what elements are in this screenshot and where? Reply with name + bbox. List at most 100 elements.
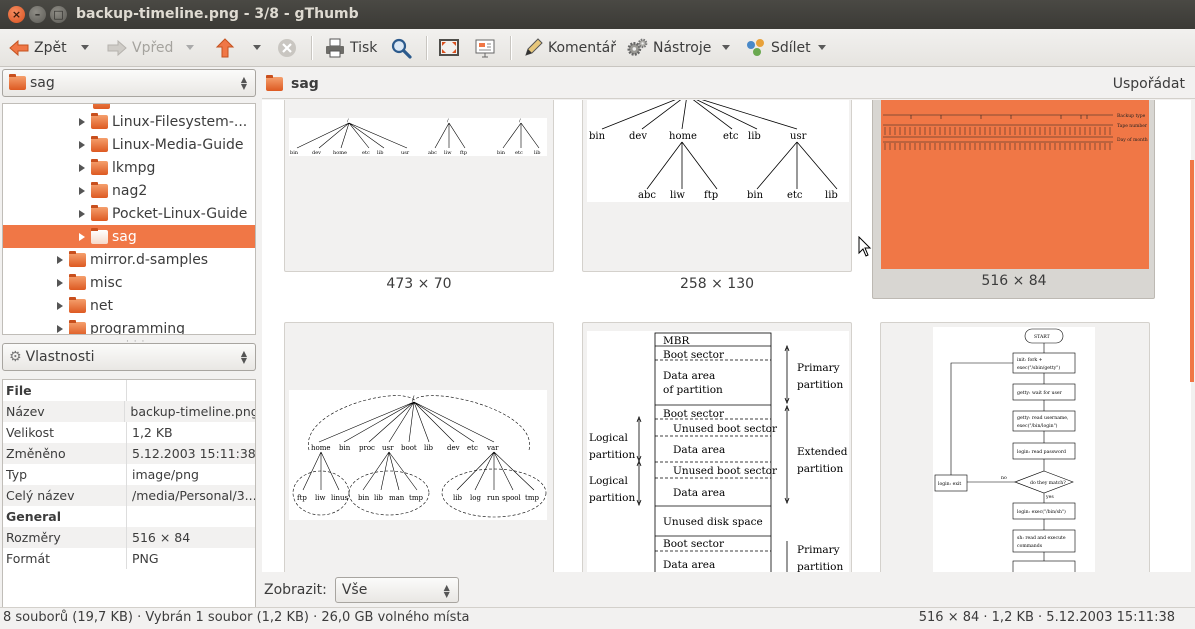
tree-label: dev — [629, 131, 647, 142]
minimize-icon: – — [34, 8, 41, 21]
folder-icon — [69, 273, 86, 290]
folder-tree-label: sag — [112, 228, 137, 245]
folder-tree-item[interactable] — [3, 104, 255, 113]
thumbnail-item[interactable]: / home bin proc usr boot lib dev etc var… — [284, 322, 554, 572]
folder-tree-item[interactable]: Linux-Media-Guide — [3, 133, 255, 156]
svg-text:ftp: ftp — [460, 150, 467, 156]
partition-label: Boot sector — [663, 349, 725, 361]
expander-arrow-icon[interactable] — [79, 140, 85, 149]
folder-tree-item[interactable]: programming — [3, 317, 255, 334]
maximize-window-button[interactable]: □ — [50, 6, 67, 23]
arrow-right-icon — [106, 37, 128, 59]
filter-selector[interactable]: Vše ▲ ▼ — [334, 577, 459, 603]
folder-tree-item[interactable]: nag2 — [3, 179, 255, 202]
property-key: General — [3, 506, 127, 527]
folder-tree-item[interactable]: misc — [3, 271, 255, 294]
tools-label: Nástroje — [653, 40, 712, 56]
expander-arrow-icon[interactable] — [57, 301, 63, 310]
svg-text:usr: usr — [401, 150, 410, 156]
tree-label: etc — [467, 444, 478, 452]
forward-button[interactable]: Vpřed — [106, 29, 173, 67]
tools-menu-button[interactable]: Nástroje — [627, 29, 711, 67]
up-button[interactable] — [214, 29, 236, 67]
tree-label: proc — [359, 444, 375, 452]
thumbnail-image: MBR Boot sector Data area of partition B… — [587, 331, 849, 572]
share-icon — [745, 37, 767, 59]
folder-tree[interactable]: Linux-Filesystem-... Linux-Media-Guide lkm… — [2, 103, 256, 335]
thumbnail-caption: 258 × 130 — [679, 276, 755, 292]
property-value: 1,2 KB — [132, 425, 173, 440]
spin-arrows-icon: ▲ ▼ — [240, 75, 247, 91]
search-button[interactable] — [390, 29, 412, 67]
expander-arrow-icon[interactable] — [79, 117, 85, 126]
thumbnail-item-selected[interactable]: Backup type Tape number Day of month 516… — [872, 100, 1155, 299]
folder-tree-scrollbar[interactable] — [255, 274, 256, 304]
tree-label: run — [487, 494, 500, 502]
slideshow-button[interactable] — [474, 29, 496, 67]
thumbnail-item[interactable]: bin dev home etc lib usr abc liw ftp bin… — [582, 100, 852, 272]
thumbnail-item[interactable]: MBR Boot sector Data area of partition B… — [582, 322, 852, 572]
partition-label: Unused boot sector — [673, 465, 778, 477]
thumbnail-item[interactable]: / / / bin dev home etc lib usr abc liw ftp bin etc… — [284, 100, 554, 272]
flowchart-node: commands — [1017, 543, 1043, 549]
comment-button[interactable]: Komentář — [522, 29, 616, 67]
tree-label: etc — [723, 131, 739, 142]
filter-value: Vše — [341, 582, 368, 598]
status-bar: 8 souborů (19,7 KB) · Vybrán 1 soubor (1… — [0, 607, 1195, 629]
forward-history-dropdown[interactable] — [186, 45, 194, 50]
tree-label: bin — [589, 131, 606, 142]
expander-arrow-icon[interactable] — [79, 186, 85, 195]
expander-arrow-icon[interactable] — [57, 278, 63, 287]
sidebar-view-selector[interactable]: ⚙ Vlastnosti ▲ ▼ — [2, 343, 256, 371]
sort-button[interactable]: Uspořádat — [1113, 76, 1185, 92]
folder-tree-item[interactable]: sag — [3, 225, 255, 248]
partition-label: Boot sector — [663, 408, 725, 420]
share-menu-button[interactable]: Sdílet — [745, 29, 811, 67]
toolbar: Zpět Vpřed Tisk Komentář Nástroje Sdílet — [0, 29, 1195, 67]
folder-tree-label: Linux-Filesystem-... — [112, 113, 248, 130]
svg-text:liw: liw — [444, 150, 452, 156]
folder-tree-item[interactable]: lkmpg — [3, 156, 255, 179]
gears-icon — [627, 37, 649, 59]
toolbar-separator — [426, 36, 427, 60]
sidebar: sag ▲ ▼ Linux-Filesystem-... Linux-Media-G… — [0, 67, 260, 611]
thumbnail-grid[interactable]: / / / bin dev home etc lib usr abc liw ftp bin etc… — [262, 100, 1191, 572]
tree-label: / — [412, 395, 415, 403]
folder-icon — [69, 296, 86, 313]
stop-button[interactable] — [276, 29, 298, 67]
timeline-legend: Tape number — [1117, 123, 1148, 129]
folder-tree-item[interactable]: Pocket-Linux-Guide — [3, 202, 255, 225]
back-button[interactable]: Zpět — [8, 29, 67, 67]
expander-arrow-icon[interactable] — [57, 255, 63, 264]
tree-label: tmp — [525, 494, 539, 502]
print-label: Tisk — [350, 40, 378, 56]
expander-arrow-icon[interactable] — [57, 324, 63, 333]
fullscreen-button[interactable] — [438, 29, 460, 67]
location-selector[interactable]: sag ▲ ▼ — [2, 69, 256, 97]
thumbnail-caption: 516 × 84 — [981, 273, 1047, 289]
close-window-button[interactable]: × — [8, 6, 25, 23]
property-key: Formát — [3, 548, 127, 569]
property-key: Velikost — [3, 422, 127, 443]
expander-arrow-icon[interactable] — [79, 163, 85, 172]
print-button[interactable]: Tisk — [324, 29, 377, 67]
folder-tree-item[interactable]: net — [3, 294, 255, 317]
property-row: Typ image/png — [3, 464, 255, 485]
expander-arrow-icon[interactable] — [79, 209, 85, 218]
folder-tree-item[interactable]: Linux-Filesystem-... — [3, 110, 255, 133]
expander-arrow-icon[interactable] — [79, 232, 85, 241]
tree-label: lib — [374, 494, 383, 502]
up-dropdown[interactable] — [253, 45, 261, 50]
svg-text:dev: dev — [312, 150, 321, 156]
property-row: Rozměry 516 × 84 — [3, 527, 255, 548]
tree-label: usr — [790, 131, 807, 142]
search-icon — [390, 37, 412, 59]
partition-label: of partition — [663, 384, 723, 396]
thumbnail-item[interactable]: START init: fork + exec("/sbin/getty") g… — [880, 322, 1150, 572]
thumbnail-scrollbar[interactable] — [1190, 160, 1194, 382]
back-history-dropdown[interactable] — [81, 45, 89, 50]
folder-tree-item[interactable]: mirror.d-samples — [3, 248, 255, 271]
partition-label: partition — [589, 492, 635, 504]
property-key: Typ — [3, 464, 127, 485]
minimize-window-button[interactable]: – — [29, 6, 46, 23]
